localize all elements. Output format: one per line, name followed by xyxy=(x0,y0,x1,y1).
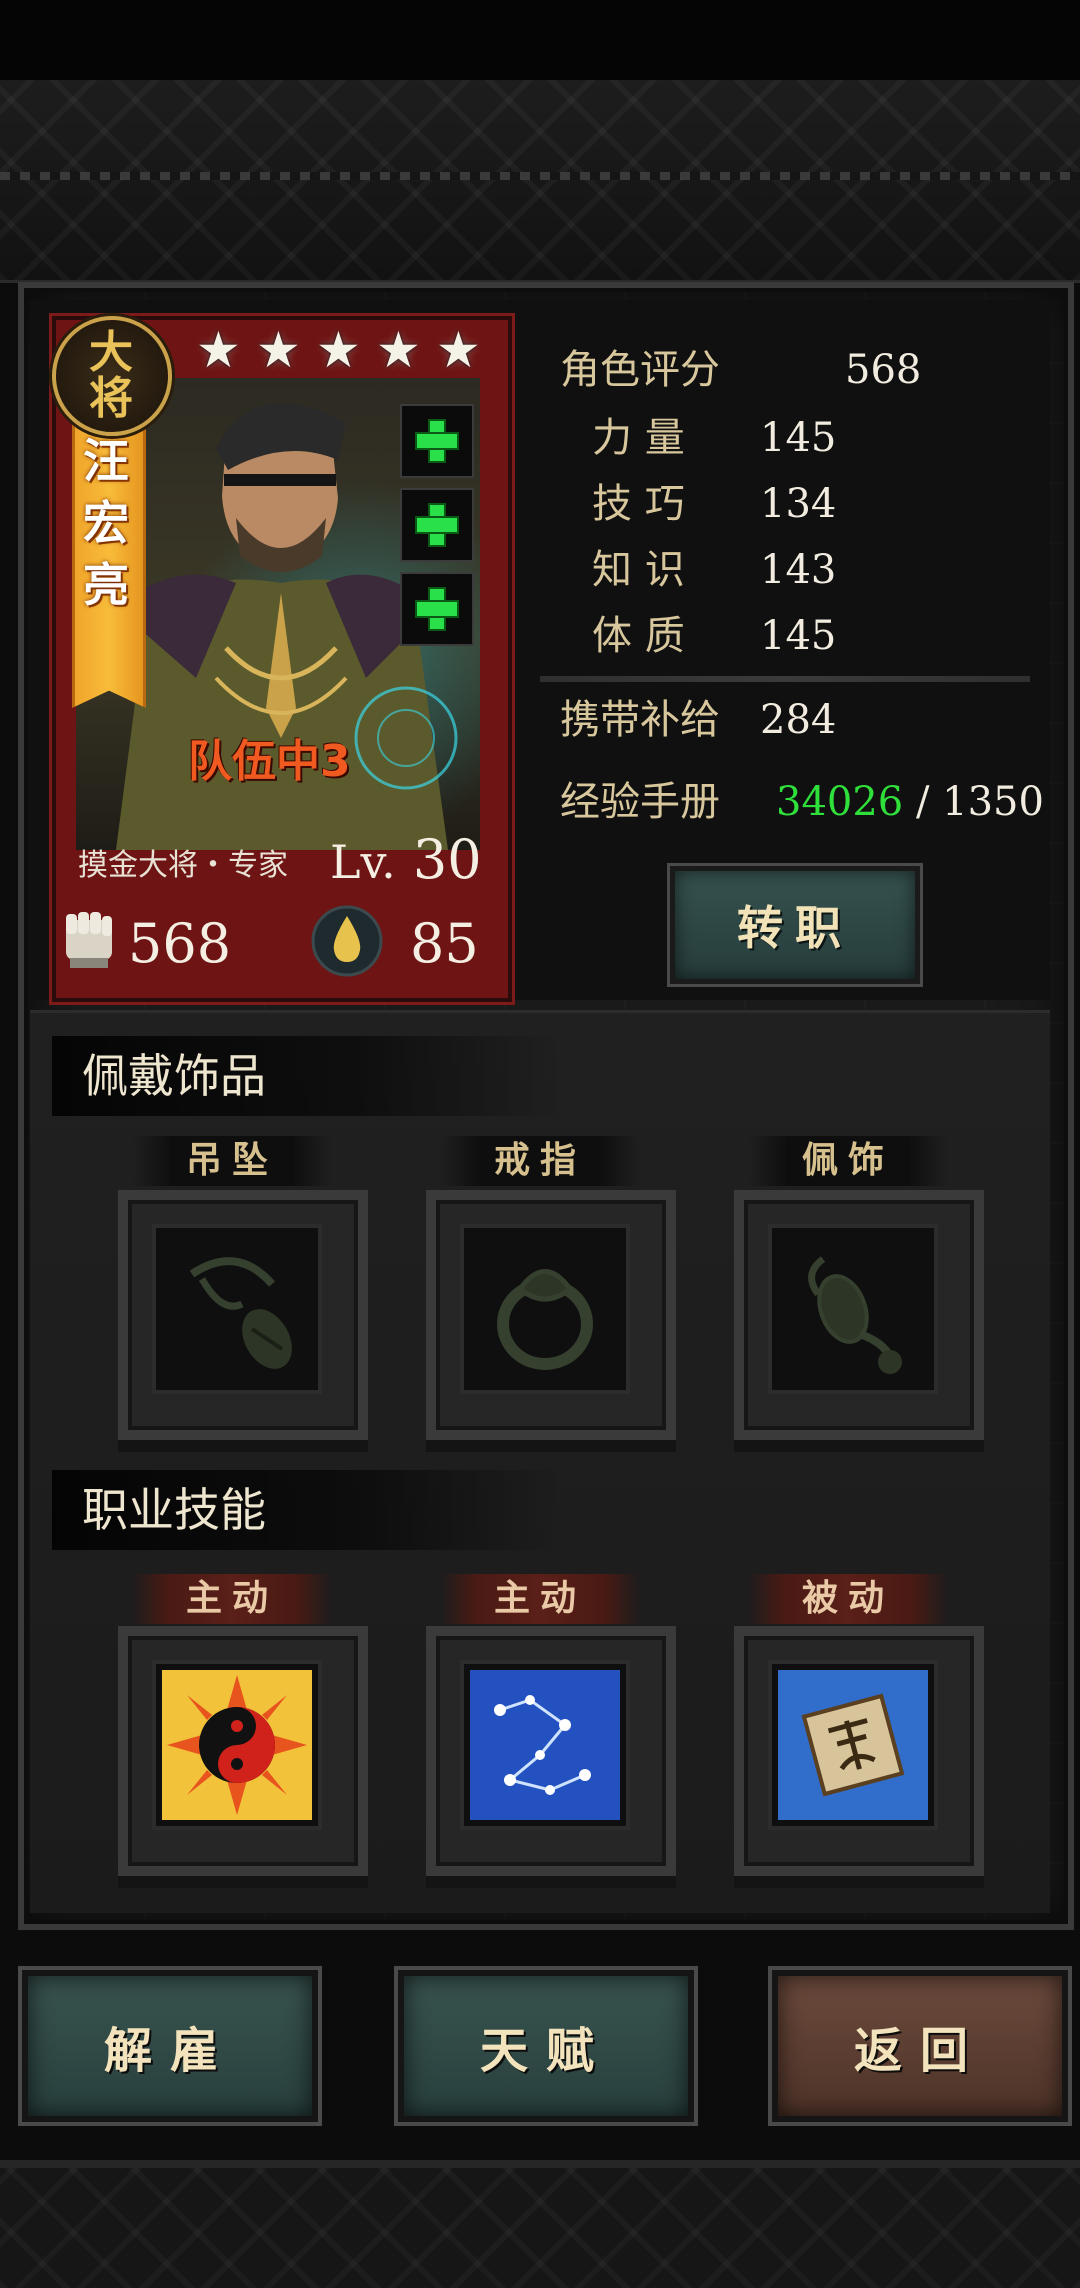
exp-label: 经验手册 xyxy=(560,779,720,825)
pendant-tag: 吊坠 xyxy=(132,1136,332,1186)
bottom-decoration xyxy=(0,2160,1080,2288)
back-button[interactable]: 返回 xyxy=(772,1970,1068,2122)
knowledge-label: 知 识 xyxy=(592,547,685,593)
knowledge-value: 143 xyxy=(760,547,837,593)
score-value: 568 xyxy=(845,347,922,393)
exp-value: 34026 / 1350 xyxy=(776,776,1044,828)
supplies-value: 284 xyxy=(760,697,837,743)
rank-text: 大将 xyxy=(89,327,135,424)
exp-separator: / xyxy=(903,779,943,825)
ring-slot[interactable] xyxy=(426,1190,676,1440)
trinket-slot[interactable] xyxy=(734,1190,984,1440)
strength-label: 力 量 xyxy=(592,415,685,461)
talent-label: 天赋 xyxy=(479,2023,612,2079)
exp-current: 34026 xyxy=(776,779,904,825)
power-value: 568 xyxy=(128,912,232,975)
constitution-label: 体 质 xyxy=(592,613,685,659)
equip-slot-2[interactable] xyxy=(400,488,474,562)
plus-icon xyxy=(417,589,457,629)
level-prefix: Lv. xyxy=(330,835,396,889)
equip-slot-3[interactable] xyxy=(400,572,474,646)
dismiss-label: 解雇 xyxy=(103,2023,236,2079)
star-icon: ★ xyxy=(436,321,481,379)
talisman-icon xyxy=(778,1670,928,1820)
fist-icon xyxy=(66,912,112,968)
hero-name: 汪宏亮 xyxy=(83,434,129,612)
score-label: 角色评分 xyxy=(560,347,720,393)
strength-value: 145 xyxy=(760,415,837,461)
skill-label: 技 巧 xyxy=(592,481,685,527)
skill-1-inner xyxy=(152,1660,322,1830)
exp-required: 1350 xyxy=(942,779,1044,825)
transfer-class-button[interactable]: 转职 xyxy=(670,866,920,984)
pendant-slot[interactable] xyxy=(118,1190,368,1440)
skill-1-type: 主动 xyxy=(132,1574,332,1624)
pendant-icon xyxy=(189,1257,292,1369)
star-icon: ★ xyxy=(376,321,421,379)
plus-icon xyxy=(417,421,457,461)
drop-icon xyxy=(311,905,383,977)
skills-title: 职业技能 xyxy=(52,1470,562,1550)
constellation-icon xyxy=(470,1670,620,1820)
plus-icon xyxy=(417,505,457,545)
hero-class: 摸金大将・专家 xyxy=(78,848,288,883)
pendant-slot-inner xyxy=(152,1224,322,1394)
trinket-tag: 佩饰 xyxy=(748,1136,948,1186)
skill-1-slot[interactable] xyxy=(118,1626,368,1876)
stress-value: 85 xyxy=(410,912,479,975)
ring-tag: 戒指 xyxy=(440,1136,640,1186)
equip-slot-1[interactable] xyxy=(400,404,474,478)
skill-3-slot[interactable] xyxy=(734,1626,984,1876)
skill-3-inner xyxy=(768,1660,938,1830)
top-decoration xyxy=(0,80,1080,283)
star-rating: ★ ★ ★ ★ ★ xyxy=(196,321,484,386)
ring-icon xyxy=(497,1269,593,1370)
hero-level: Lv. 30 xyxy=(330,828,482,892)
transfer-class-label: 转职 xyxy=(737,901,853,955)
ring-slot-inner xyxy=(460,1224,630,1394)
constitution-value: 145 xyxy=(760,613,837,659)
stats-divider xyxy=(540,676,1030,682)
accessories-title: 佩戴饰品 xyxy=(52,1036,562,1116)
status-bar xyxy=(0,0,1080,80)
trinket-slot-inner xyxy=(768,1224,938,1394)
skill-2-inner xyxy=(460,1660,630,1830)
talent-button[interactable]: 天赋 xyxy=(398,1970,694,2122)
star-icon: ★ xyxy=(256,321,301,379)
skill-2-type: 主动 xyxy=(440,1574,640,1624)
star-icon: ★ xyxy=(196,321,241,379)
back-label: 返回 xyxy=(853,2023,986,2079)
trinket-icon xyxy=(808,1256,902,1374)
skill-2-slot[interactable] xyxy=(426,1626,676,1876)
dismiss-button[interactable]: 解雇 xyxy=(22,1970,318,2122)
supplies-label: 携带补给 xyxy=(560,697,720,743)
skill-value: 134 xyxy=(760,481,837,527)
team-status: 队伍中3 xyxy=(188,736,351,787)
skill-3-type: 被动 xyxy=(748,1574,948,1624)
rank-badge: 大将 xyxy=(52,316,172,436)
yin-yang-icon xyxy=(162,1670,312,1820)
level-value: 30 xyxy=(412,828,482,891)
star-icon: ★ xyxy=(316,321,361,379)
